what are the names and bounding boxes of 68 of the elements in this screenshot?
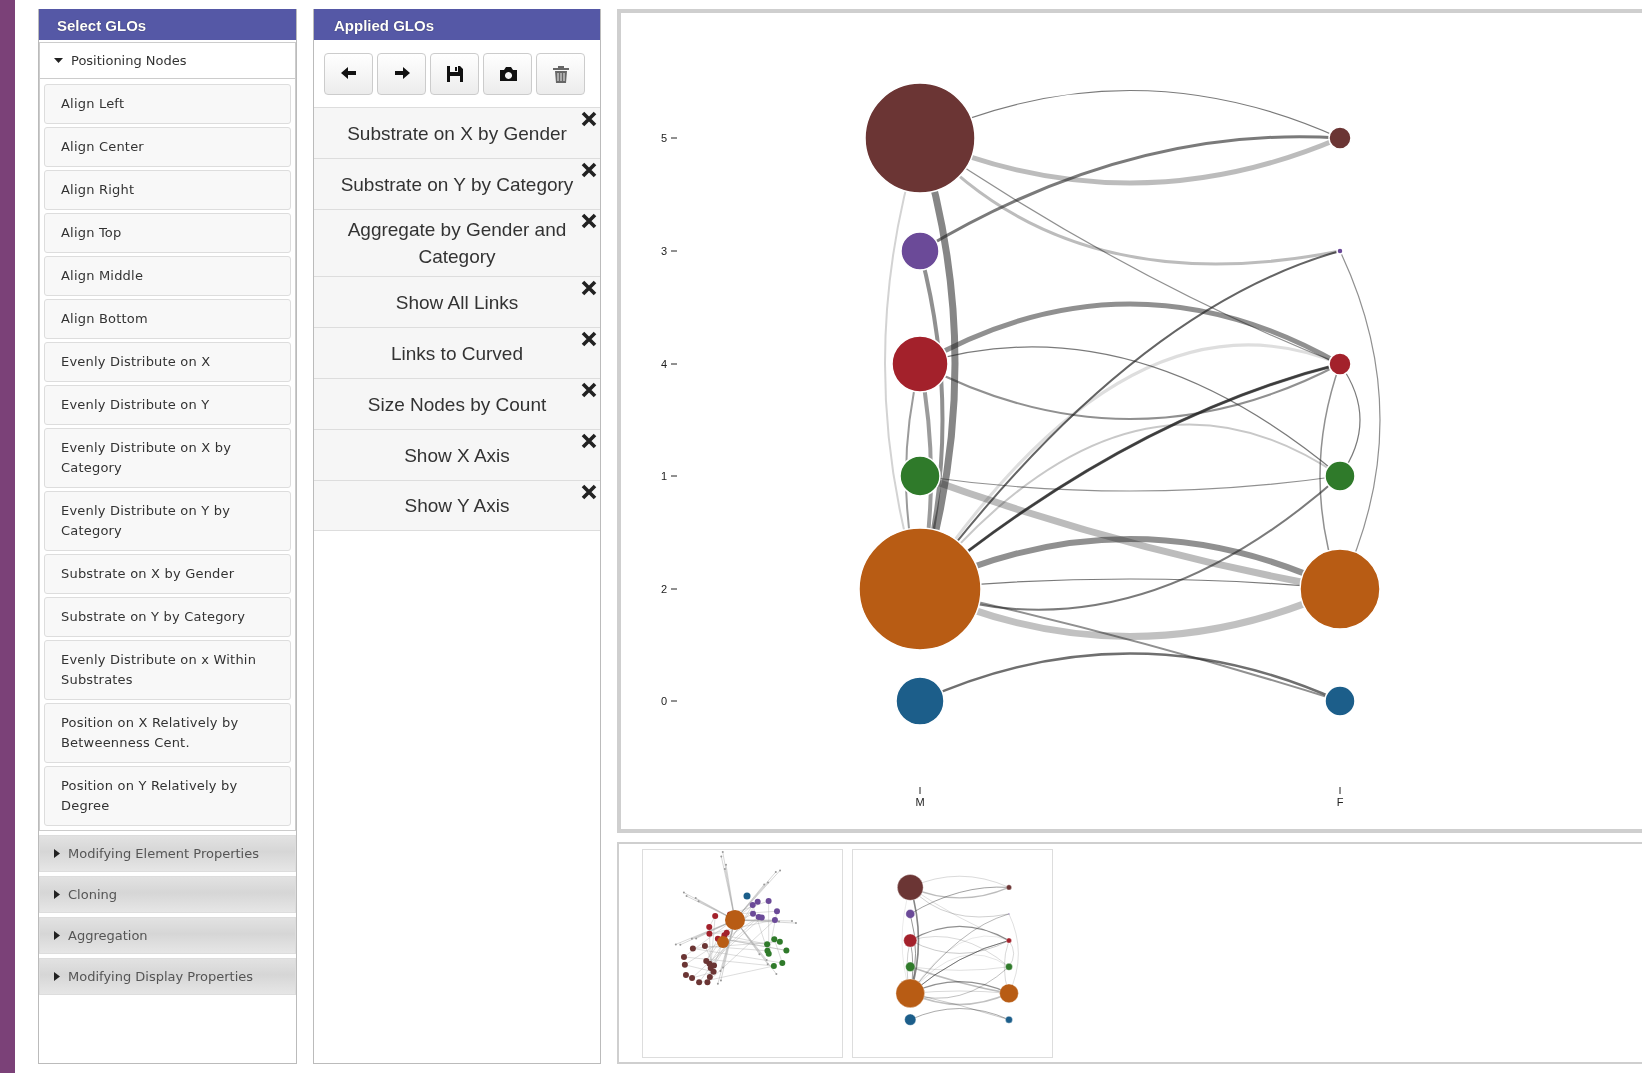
close-icon [581, 382, 597, 398]
glo-option-button[interactable]: Substrate on X by Gender [44, 554, 291, 594]
caret-icon [54, 972, 60, 981]
thumbnail[interactable] [642, 849, 843, 1058]
x-axis-tick: M [915, 786, 925, 808]
glo-option-button[interactable]: Evenly Distribute on Y by Category [44, 491, 291, 551]
trash-icon [551, 64, 570, 84]
close-icon [581, 162, 597, 178]
accordion-header[interactable]: Modifying Element Properties [39, 835, 296, 872]
y-axis-tick: 2 [660, 583, 678, 595]
thumbnail[interactable] [852, 849, 1053, 1058]
accordion-header[interactable]: Positioning Nodes [39, 42, 296, 79]
remove-button[interactable] [581, 484, 597, 500]
applied-glo-label: Substrate on X by Gender [347, 121, 567, 146]
camera-icon [498, 65, 517, 83]
glo-option-button[interactable]: Evenly Distribute on Y [44, 385, 291, 425]
applied-glo-label: Links to Curved [391, 341, 523, 366]
glo-option-button[interactable]: Align Right [44, 170, 291, 210]
accordion-header[interactable]: Aggregation [39, 917, 296, 954]
applied-glo-label: Aggregate by Gender and Category [346, 218, 568, 269]
glo-option-button[interactable]: Evenly Distribute on X [44, 342, 291, 382]
caret-icon [54, 890, 60, 899]
remove-button[interactable] [581, 213, 597, 229]
glo-option-button[interactable]: Position on Y Relatively by Degree [44, 766, 291, 826]
glo-option-button[interactable]: Align Top [44, 213, 291, 253]
applied-glo-label: Show X Axis [404, 443, 510, 468]
close-icon [581, 213, 597, 229]
y-axis-tick: 5 [660, 132, 678, 144]
applied-glo-label: Show Y Axis [404, 494, 510, 518]
caret-icon [54, 849, 60, 858]
y-axis-tick: 0 [660, 695, 678, 707]
y-axis-tick: 1 [660, 470, 678, 482]
close-icon [581, 280, 597, 296]
forward-button[interactable] [377, 53, 426, 95]
glo-option-button[interactable]: Position on X Relatively by Betweenness Cent. [44, 703, 291, 763]
y-axis-tick: 3 [660, 245, 678, 257]
applied-glo-label: Show All Links [395, 290, 519, 315]
caret-icon [54, 931, 60, 940]
glo-option-button[interactable]: Align Middle [44, 256, 291, 296]
remove-button[interactable] [581, 162, 597, 178]
x-axis-tick: F [1336, 786, 1344, 808]
applied-glo-label: Substrate on Y by Category [340, 172, 574, 197]
accordion-header[interactable]: Cloning [39, 876, 296, 913]
remove-button[interactable] [581, 382, 597, 398]
glo-option-button[interactable]: Evenly Distribute on x Within Substrates [44, 640, 291, 700]
remove-button[interactable] [581, 111, 597, 127]
remove-button[interactable] [581, 331, 597, 347]
y-axis-tick: 4 [660, 358, 678, 370]
accordion-header[interactable]: Modifying Display Properties [39, 958, 296, 995]
panel-header: Select GLOs [39, 9, 296, 40]
delete-button[interactable] [536, 53, 585, 95]
close-icon [581, 111, 597, 127]
close-icon [581, 331, 597, 347]
glo-option-button[interactable]: Align Center [44, 127, 291, 167]
glo-option-button[interactable]: Align Bottom [44, 299, 291, 339]
remove-button[interactable] [581, 280, 597, 296]
applied-glo-label: Size Nodes by Count [367, 392, 547, 417]
remove-button[interactable] [581, 433, 597, 449]
glo-option-button[interactable]: Align Left [44, 84, 291, 124]
close-icon [581, 484, 597, 500]
caret-icon [54, 56, 63, 65]
close-icon [581, 433, 597, 449]
glo-option-button[interactable]: Evenly Distribute on X by Category [44, 428, 291, 488]
back-button[interactable] [324, 53, 373, 95]
save-button[interactable] [430, 53, 479, 95]
snapshot-button[interactable] [483, 53, 532, 95]
glo-option-button[interactable]: Substrate on Y by Category [44, 597, 291, 637]
panel-header: Applied GLOs [314, 9, 600, 40]
